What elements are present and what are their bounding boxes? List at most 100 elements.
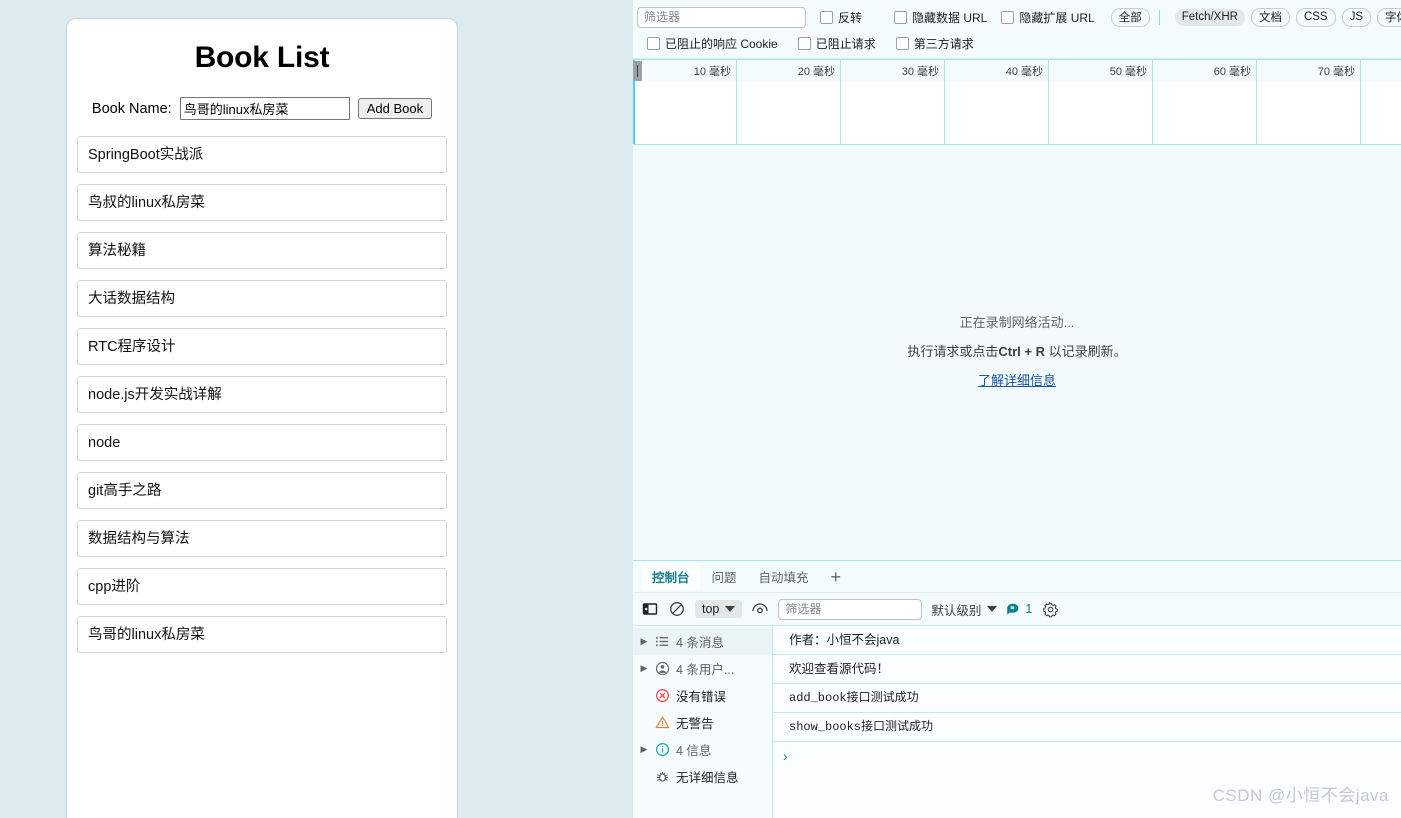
timeline-range-handle[interactable] [633,61,642,81]
sidebar-item-errors[interactable]: ▶ 没有错误 [633,682,772,709]
live-expression-icon[interactable] [751,600,769,618]
network-filter-input[interactable] [637,6,806,28]
network-filter-row-2: 已阻止的响应 Cookie 已阻止请求 第三方请求 [633,30,1401,56]
checkbox-hide-extension-urls[interactable]: 隐藏扩展 URL [1001,9,1095,26]
console-toolbar: top 默认级别 [633,593,1401,626]
console-message: show_books接口测试成功 [773,713,1401,742]
list-item[interactable]: node.js开发实战详解 [77,376,447,413]
checkbox-blocked-requests[interactable]: 已阻止请求 [797,35,876,52]
chevron-down-icon [725,606,736,612]
checkbox-label: 隐藏数据 URL [912,10,988,25]
sidebar-item-info[interactable]: ▶ 4 信息 [633,736,772,763]
list-item[interactable]: 数据结构与算法 [77,520,447,557]
console-drawer: 控制台 问题 自动填充 + top 筛选器 默认级别 1 ▶ 4 条消息 ▶ 4… [633,560,1401,818]
console-sidebar: ▶ 4 条消息 ▶ 4 条用户... 没有错误 无警告 ▶ 4 信息 无详细信息 [633,626,773,818]
divider [1158,9,1160,25]
sidebar-item-label: 没有错误 [676,690,727,704]
learn-more-link[interactable]: 了解详细信息 [978,370,1056,389]
timeline-tick: 20 毫秒 [737,60,841,144]
timeline-tick: 10 毫秒 [633,60,737,144]
type-filter-css[interactable]: CSS [1295,7,1336,27]
gear-icon[interactable] [1041,600,1059,618]
console-sidebar-icon[interactable] [641,600,659,618]
checkbox-box-icon [1001,10,1015,24]
checkbox-label: 隐藏扩展 URL [1019,10,1095,25]
error-icon [654,688,671,703]
tab-issues[interactable]: 问题 [702,563,747,590]
info-icon [654,742,671,757]
add-book-button[interactable]: Add Book [357,98,433,119]
checkbox-box-icon [895,36,909,50]
list-item[interactable]: SpringBoot实战派 [77,136,447,173]
timeline-tick: 70 毫秒 [1257,60,1361,144]
book-list-card: Book List Book Name: Add Book SpringBoot… [66,18,458,818]
list-item[interactable]: 大话数据结构 [77,280,447,317]
checkbox-hide-data-urls[interactable]: 隐藏数据 URL [894,9,987,26]
list-item[interactable]: cpp进阶 [77,568,447,605]
recording-status-text: 正在录制网络活动... [959,314,1075,330]
drawer-tab-bar: 控制台 问题 自动填充 + [633,561,1401,593]
checkbox-box-icon [820,10,833,24]
timeline-tick: 60 毫秒 [1153,60,1257,144]
add-book-form: Book Name: Add Book [67,97,457,120]
sidebar-item-warnings[interactable]: ▶ 无警告 [633,709,772,736]
console-filter-input[interactable] [778,598,923,620]
type-filter-all[interactable]: 全部 [1110,7,1150,27]
book-name-label: Book Name: [91,100,172,117]
chevron-down-icon [987,606,998,612]
hint-suffix: 以记录刷新。 [1044,343,1127,359]
log-level-select[interactable]: 默认级别 [931,600,998,619]
warning-icon [654,715,671,730]
checkbox-blocked-response-cookies[interactable]: 已阻止的响应 Cookie [647,35,778,52]
sidebar-item-user-messages[interactable]: ▶ 4 条用户... [633,655,772,682]
timeline-tick-label: 20 毫秒 [797,66,835,78]
execution-context-select[interactable]: top [695,600,743,618]
list-icon [654,634,671,649]
list-item[interactable]: RTC程序设计 [77,328,447,365]
network-filter-row-1: 反转 隐藏数据 URL 隐藏扩展 URL 全部 Fetch/XHR 文档 CSS [633,4,1401,30]
tab-console[interactable]: 控制台 [642,563,700,590]
devtools-panel: 反转 隐藏数据 URL 隐藏扩展 URL 全部 Fetch/XHR 文档 CSS [633,0,1401,818]
sidebar-item-verbose[interactable]: ▶ 无详细信息 [633,763,772,790]
recording-hint-text: 执行请求或点击Ctrl + R 以记录刷新。 [907,341,1126,360]
type-filter-fetch-xhr[interactable]: Fetch/XHR [1174,8,1245,26]
timeline-tick-label: 40 毫秒 [1005,66,1043,78]
page-title: Book List [194,41,330,74]
type-filter-doc[interactable]: 文档 [1250,7,1290,27]
checkbox-box-icon [797,36,811,50]
clear-console-icon[interactable] [668,600,686,618]
chevron-right-icon[interactable]: ▶ [639,663,649,674]
timeline-tick-label: 70 毫秒 [1317,66,1355,78]
console-body: ▶ 4 条消息 ▶ 4 条用户... 没有错误 无警告 ▶ 4 信息 无详细信息… [633,626,1401,818]
checkbox-invert[interactable]: 反转 [820,9,862,26]
user-icon [654,661,671,676]
issues-count: 1 [1025,602,1033,616]
console-message: add_book接口测试成功 [773,684,1401,713]
timeline-tick-label: 60 毫秒 [1213,66,1251,78]
chevron-right-icon[interactable]: ▶ [639,636,649,647]
timeline-tick: 50 毫秒 [1049,60,1153,144]
sidebar-item-label: 4 条用户... [676,663,735,677]
sidebar-item-messages[interactable]: ▶ 4 条消息 [633,628,772,655]
checkbox-label: 已阻止请求 [815,36,876,51]
list-item[interactable]: 鸟叔的linux私房菜 [77,184,447,221]
timeline-tick-label: 10 毫秒 [693,66,731,78]
checkbox-third-party-requests[interactable]: 第三方请求 [895,35,974,52]
issues-counter[interactable]: 1 [1006,602,1032,616]
network-filter-bar: 反转 隐藏数据 URL 隐藏扩展 URL 全部 Fetch/XHR 文档 CSS [633,0,1401,59]
book-name-input[interactable] [179,97,350,120]
tab-autofill[interactable]: 自动填充 [749,563,819,590]
list-item[interactable]: node [77,424,447,461]
timeline-tick-label: 50 毫秒 [1109,66,1147,78]
type-filter-js[interactable]: JS [1341,7,1372,27]
type-filter-font[interactable]: 字体 [1377,7,1401,27]
console-prompt[interactable]: › [773,742,1401,770]
plus-icon[interactable]: + [821,568,852,586]
network-overview-timeline[interactable]: 10 毫秒 20 毫秒 30 毫秒 40 毫秒 50 毫秒 60 毫秒 70 毫… [633,59,1401,145]
list-item[interactable]: git高手之路 [77,472,447,509]
chevron-right-icon[interactable]: ▶ [639,744,649,755]
timeline-tick: 30 毫秒 [841,60,945,144]
list-item[interactable]: 算法秘籍 [77,232,447,269]
list-item[interactable]: 鸟哥的linux私房菜 [77,616,447,653]
log-level-label: 默认级别 [931,603,982,618]
